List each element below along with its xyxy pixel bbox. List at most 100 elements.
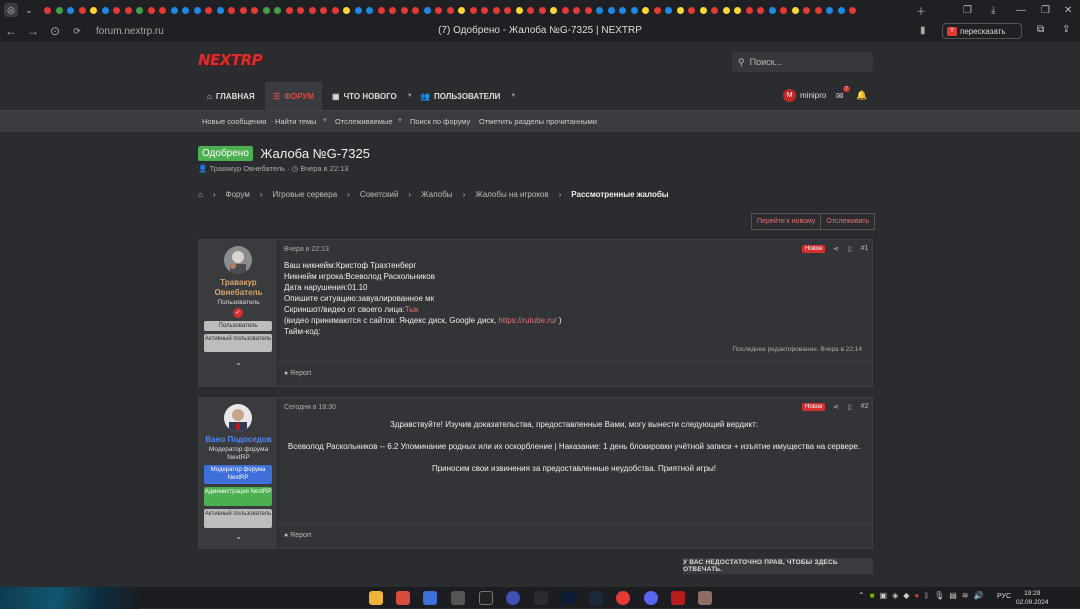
discord-icon[interactable] xyxy=(644,591,658,605)
browser-tab[interactable] xyxy=(836,5,848,15)
goto-new-button[interactable]: Перейти к новому xyxy=(752,214,820,229)
app-icon[interactable] xyxy=(479,591,493,605)
wifi-icon[interactable]: ≋ xyxy=(962,591,969,600)
mic-icon[interactable]: 🎙 xyxy=(934,591,944,600)
close-window-icon[interactable]: ✕ xyxy=(1064,0,1072,20)
browser-tab[interactable] xyxy=(180,5,192,15)
inbox-icon[interactable]: ✉ xyxy=(836,91,844,102)
extensions-icon[interactable]: ⧉ xyxy=(1037,24,1044,35)
browser-tab[interactable] xyxy=(192,5,204,15)
retell-button[interactable]: Y пересказать xyxy=(942,23,1022,39)
browser-tab[interactable] xyxy=(353,5,365,15)
browser-tab[interactable] xyxy=(560,5,572,15)
browser-tab[interactable] xyxy=(399,5,411,15)
browser-tab[interactable] xyxy=(847,5,859,15)
nav-forum[interactable]: ☰ ФОРУМ xyxy=(265,82,323,110)
user-menu[interactable]: M minipro xyxy=(783,89,826,102)
downloads-icon[interactable]: ⤓ xyxy=(991,0,995,20)
back-icon[interactable]: ← xyxy=(0,24,22,38)
new-tab-icon[interactable]: ＋ xyxy=(916,0,926,20)
yandex-browser-icon[interactable] xyxy=(616,591,630,605)
subnav-search-forum[interactable]: Поиск по форуму xyxy=(410,117,470,126)
breadcrumb-item[interactable]: Советский xyxy=(360,190,399,199)
subnav-watched[interactable]: Отслеживаемые xyxy=(335,117,393,126)
bookmark-icon[interactable]: ▯ xyxy=(848,245,852,253)
report-button[interactable]: ● Report xyxy=(284,370,311,377)
language-indicator[interactable]: РУС xyxy=(997,593,1011,600)
browser-tab[interactable] xyxy=(249,5,261,15)
subnav-find-threads[interactable]: Найти темы xyxy=(275,117,317,126)
app-icon[interactable] xyxy=(396,591,410,605)
browser-tab[interactable] xyxy=(387,5,399,15)
vpn-icon[interactable] xyxy=(506,591,520,605)
browser-tab[interactable] xyxy=(479,5,491,15)
browser-tab[interactable] xyxy=(525,5,537,15)
browser-tab[interactable] xyxy=(537,5,549,15)
app-icon[interactable] xyxy=(671,591,685,605)
breadcrumb-item[interactable]: Жалобы xyxy=(421,190,452,199)
browser-tab[interactable] xyxy=(215,5,227,15)
lock-icon[interactable]: ⟳ xyxy=(66,26,88,37)
browser-tab[interactable] xyxy=(698,5,710,15)
browser-tab[interactable] xyxy=(491,5,503,15)
avatar[interactable] xyxy=(224,246,252,274)
url-field[interactable]: forum.nextrp.ru xyxy=(96,26,164,37)
tray-app-icon[interactable]: ◆ xyxy=(903,591,909,600)
bookmark-icon[interactable]: ▯ xyxy=(848,403,852,411)
volume-icon[interactable]: 🔊 xyxy=(974,591,984,600)
browser-tab[interactable] xyxy=(456,5,468,15)
watch-button[interactable]: Отслеживать xyxy=(820,214,874,229)
browser-tab[interactable] xyxy=(88,5,100,15)
browser-tab[interactable] xyxy=(410,5,422,15)
browser-tab[interactable] xyxy=(468,5,480,15)
tray-chevron-icon[interactable]: ⌃ xyxy=(858,591,865,600)
browser-tab[interactable] xyxy=(686,5,698,15)
browser-tab[interactable] xyxy=(755,5,767,15)
bell-icon[interactable]: 🔔 xyxy=(856,90,867,101)
maximize-icon[interactable]: ❐ xyxy=(1041,0,1050,20)
breadcrumb-item[interactable]: Жалобы на игроков xyxy=(475,190,548,199)
browser-tab[interactable] xyxy=(226,5,238,15)
subnav-new-posts[interactable]: Новые сообщения xyxy=(202,117,266,126)
browser-tab[interactable] xyxy=(732,5,744,15)
app-icon[interactable] xyxy=(451,591,465,605)
browser-tab[interactable] xyxy=(376,5,388,15)
breadcrumb-current[interactable]: Рассмотренные жалобы xyxy=(571,190,668,199)
tab-list-chevron-icon[interactable]: ⌄ xyxy=(22,3,36,17)
browser-tab[interactable] xyxy=(445,5,457,15)
post-date[interactable]: Вчера в 22:13 xyxy=(284,246,329,253)
browser-tab[interactable] xyxy=(824,5,836,15)
browser-tab[interactable] xyxy=(42,5,54,15)
browser-tab[interactable] xyxy=(652,5,664,15)
browser-tab[interactable] xyxy=(790,5,802,15)
breadcrumb-item[interactable]: Игровые сервера xyxy=(273,190,338,199)
steam-icon[interactable] xyxy=(589,591,603,605)
browser-tab[interactable] xyxy=(422,5,434,15)
browser-tab[interactable] xyxy=(295,5,307,15)
browser-tab[interactable] xyxy=(111,5,123,15)
browser-tab[interactable] xyxy=(801,5,813,15)
app-icon[interactable] xyxy=(698,591,712,605)
browser-tab[interactable] xyxy=(813,5,825,15)
nav-whats-new[interactable]: ▣ ЧТО НОВОГО ▼ xyxy=(332,82,413,110)
post-date[interactable]: Сегодня в 18:30 xyxy=(284,404,336,411)
post-author-name[interactable]: Вано Подоседов xyxy=(199,435,278,445)
site-logo[interactable]: NEXTRP xyxy=(198,51,263,69)
browser-tab[interactable] xyxy=(571,5,583,15)
post-number[interactable]: #2 xyxy=(861,403,869,411)
tray-app-icon[interactable]: ◈ xyxy=(892,591,898,600)
browser-tab[interactable] xyxy=(341,5,353,15)
rutube-link[interactable]: https://rutube.ru/ xyxy=(498,316,556,325)
browser-tab[interactable] xyxy=(272,5,284,15)
post-author-name[interactable]: Травакур Овнебатель xyxy=(199,278,278,298)
browser-tab[interactable] xyxy=(433,5,445,15)
app-icon[interactable] xyxy=(423,591,437,605)
share-icon[interactable]: ⋖ xyxy=(833,245,839,253)
browser-tab[interactable] xyxy=(238,5,250,15)
chevron-down-icon[interactable]: ⌄ xyxy=(199,358,278,367)
browser-tab[interactable] xyxy=(721,5,733,15)
tab-collections-icon[interactable]: ❐ xyxy=(963,0,972,20)
browser-tab[interactable] xyxy=(709,5,721,15)
browser-tab[interactable] xyxy=(548,5,560,15)
tray-app-icon[interactable]: ▤ xyxy=(949,591,957,600)
